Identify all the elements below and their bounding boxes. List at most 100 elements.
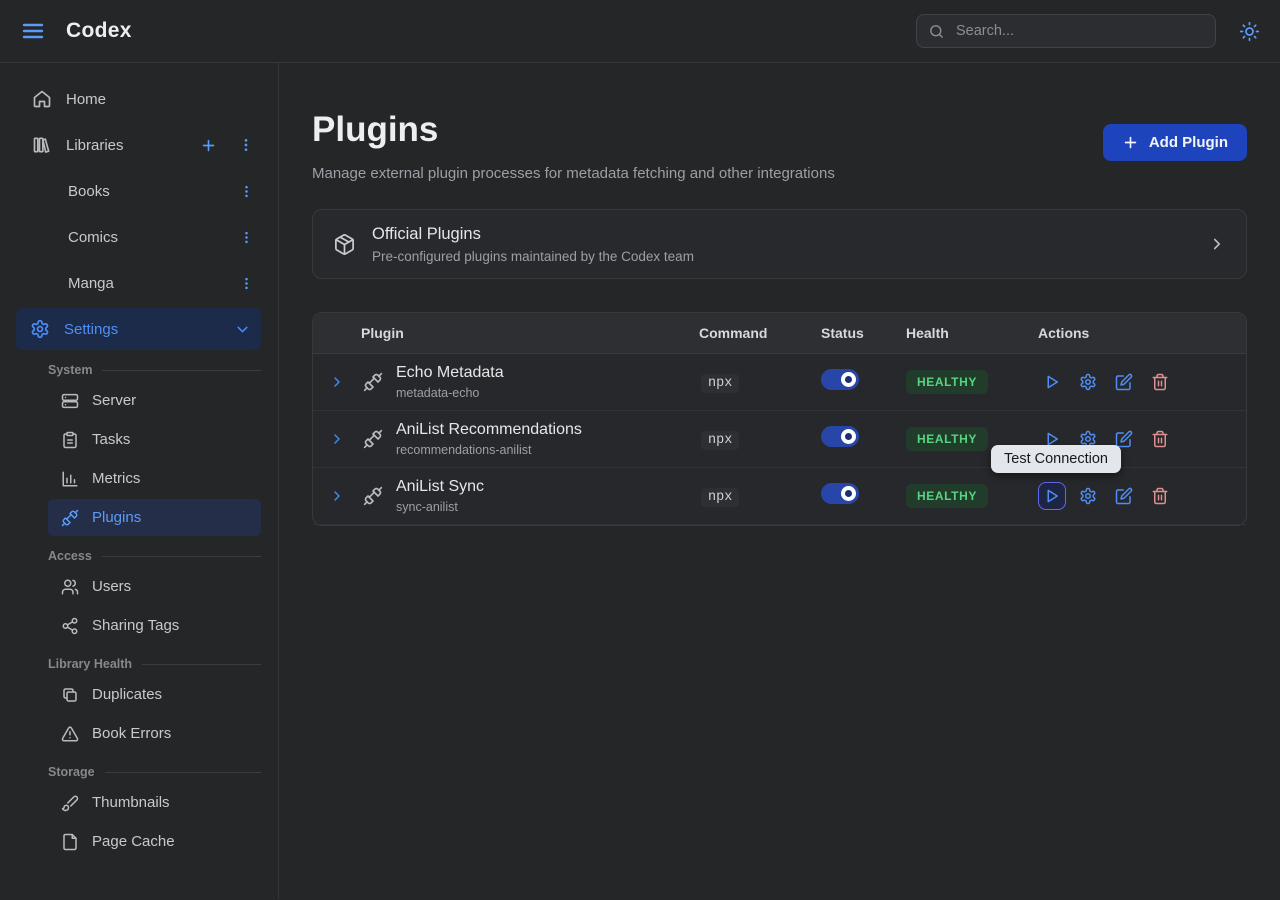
bar-chart-icon (61, 470, 79, 488)
sidebar: Home Libraries Books Comics Manga Settin… (0, 63, 279, 899)
plug-icon (61, 509, 79, 527)
library-icon (32, 135, 52, 155)
sidebar-item-label: Comics (68, 229, 118, 246)
sidebar-item-books[interactable]: Books (10, 170, 268, 212)
health-badge: HEALTHY (906, 484, 988, 508)
sidebar-item-label: Libraries (66, 137, 124, 154)
sidebar-item-settings[interactable]: Settings (16, 308, 261, 350)
column-header-command: Command (699, 325, 821, 341)
page-subtitle: Manage external plugin processes for met… (312, 165, 835, 182)
sidebar-item-label: Books (68, 183, 110, 200)
sidebar-item-comics[interactable]: Comics (10, 216, 268, 258)
sidebar-item-sharing-tags[interactable]: Sharing Tags (48, 607, 261, 644)
sidebar-item-metrics[interactable]: Metrics (48, 460, 261, 497)
plugin-slug: sync-anilist (396, 500, 484, 514)
sidebar-item-label: Server (92, 392, 136, 409)
delete-button[interactable] (1146, 482, 1174, 510)
sidebar-item-page-cache[interactable]: Page Cache (48, 823, 261, 860)
column-header-plugin: Plugin (361, 325, 699, 341)
sidebar-item-server[interactable]: Server (48, 382, 261, 419)
sidebar-item-label: Plugins (92, 509, 141, 526)
manga-kebab-icon[interactable] (234, 271, 258, 295)
sidebar-item-home[interactable]: Home (10, 78, 268, 120)
chevron-down-icon (234, 321, 251, 338)
clipboard-icon (61, 431, 79, 449)
plus-icon (1122, 134, 1139, 151)
plugins-table: Plugin Command Status Health Actions Ech… (312, 312, 1247, 526)
sidebar-section-storage: Storage (48, 765, 261, 779)
test-connection-button[interactable] (1038, 368, 1066, 396)
topbar: Codex (0, 0, 1280, 63)
sidebar-item-manga[interactable]: Manga (10, 262, 268, 304)
test-connection-button[interactable] (1038, 482, 1066, 510)
sidebar-item-label: Sharing Tags (92, 617, 179, 634)
menu-icon[interactable] (16, 14, 50, 48)
package-icon (333, 233, 356, 256)
sidebar-section-system: System (48, 363, 261, 377)
search-input[interactable] (954, 22, 1204, 40)
chevron-right-icon (1208, 235, 1226, 253)
plug-icon (363, 429, 383, 449)
official-plugins-card[interactable]: Official Plugins Pre-configured plugins … (312, 209, 1247, 279)
add-library-plus-icon[interactable] (196, 133, 220, 157)
expand-row-button[interactable] (313, 354, 361, 410)
sidebar-item-label: Thumbnails (92, 794, 170, 811)
comics-kebab-icon[interactable] (234, 225, 258, 249)
sidebar-item-book-errors[interactable]: Book Errors (48, 715, 261, 752)
status-toggle[interactable] (821, 483, 859, 504)
column-header-status: Status (821, 325, 906, 341)
books-kebab-icon[interactable] (234, 179, 258, 203)
app-title: Codex (66, 19, 132, 43)
table-row: AniList Sync sync-anilist npx HEALTHY (313, 468, 1246, 525)
sidebar-item-thumbnails[interactable]: Thumbnails (48, 784, 261, 821)
column-header-health: Health (906, 325, 1038, 341)
gear-icon (30, 319, 50, 339)
sidebar-item-label: Page Cache (92, 833, 175, 850)
copy-icon (61, 686, 79, 704)
file-icon (61, 833, 79, 851)
edit-button[interactable] (1110, 482, 1138, 510)
server-icon (61, 392, 79, 410)
status-toggle[interactable] (821, 426, 859, 447)
warning-triangle-icon (61, 725, 79, 743)
sidebar-item-label: Home (66, 91, 106, 108)
expand-row-button[interactable] (313, 411, 361, 467)
expand-row-button[interactable] (313, 468, 361, 524)
plug-icon (363, 486, 383, 506)
plugin-slug: recommendations-anilist (396, 443, 582, 457)
add-plugin-button[interactable]: Add Plugin (1103, 124, 1247, 161)
configure-button[interactable] (1074, 368, 1102, 396)
configure-button[interactable] (1074, 482, 1102, 510)
plugin-name: AniList Sync (396, 478, 484, 496)
search-bar[interactable] (916, 14, 1216, 48)
sidebar-item-label: Book Errors (92, 725, 171, 742)
sidebar-item-tasks[interactable]: Tasks (48, 421, 261, 458)
status-toggle[interactable] (821, 369, 859, 390)
column-header-actions: Actions (1038, 325, 1246, 341)
test-connection-tooltip: Test Connection (991, 445, 1121, 473)
sidebar-item-label: Tasks (92, 431, 130, 448)
sidebar-item-label: Manga (68, 275, 114, 292)
sidebar-item-libraries[interactable]: Libraries (10, 124, 268, 166)
plugin-command: npx (701, 488, 739, 507)
sidebar-item-duplicates[interactable]: Duplicates (48, 676, 261, 713)
sidebar-item-label: Settings (64, 321, 118, 338)
plugin-command: npx (701, 374, 739, 393)
delete-button[interactable] (1146, 425, 1174, 453)
sidebar-item-label: Metrics (92, 470, 140, 487)
libraries-kebab-icon[interactable] (234, 133, 258, 157)
sidebar-item-plugins[interactable]: Plugins (48, 499, 261, 536)
health-badge: HEALTHY (906, 370, 988, 394)
plugin-slug: metadata-echo (396, 386, 504, 400)
home-icon (32, 89, 52, 109)
edit-button[interactable] (1110, 368, 1138, 396)
users-icon (61, 578, 79, 596)
theme-toggle-sun-icon[interactable] (1234, 16, 1264, 46)
delete-button[interactable] (1146, 368, 1174, 396)
table-header-row: Plugin Command Status Health Actions (313, 313, 1246, 354)
plugin-name: Echo Metadata (396, 364, 504, 382)
sidebar-item-label: Duplicates (92, 686, 162, 703)
sidebar-item-users[interactable]: Users (48, 568, 261, 605)
sidebar-item-label: Users (92, 578, 131, 595)
main-content: Plugins Manage external plugin processes… (279, 63, 1280, 899)
